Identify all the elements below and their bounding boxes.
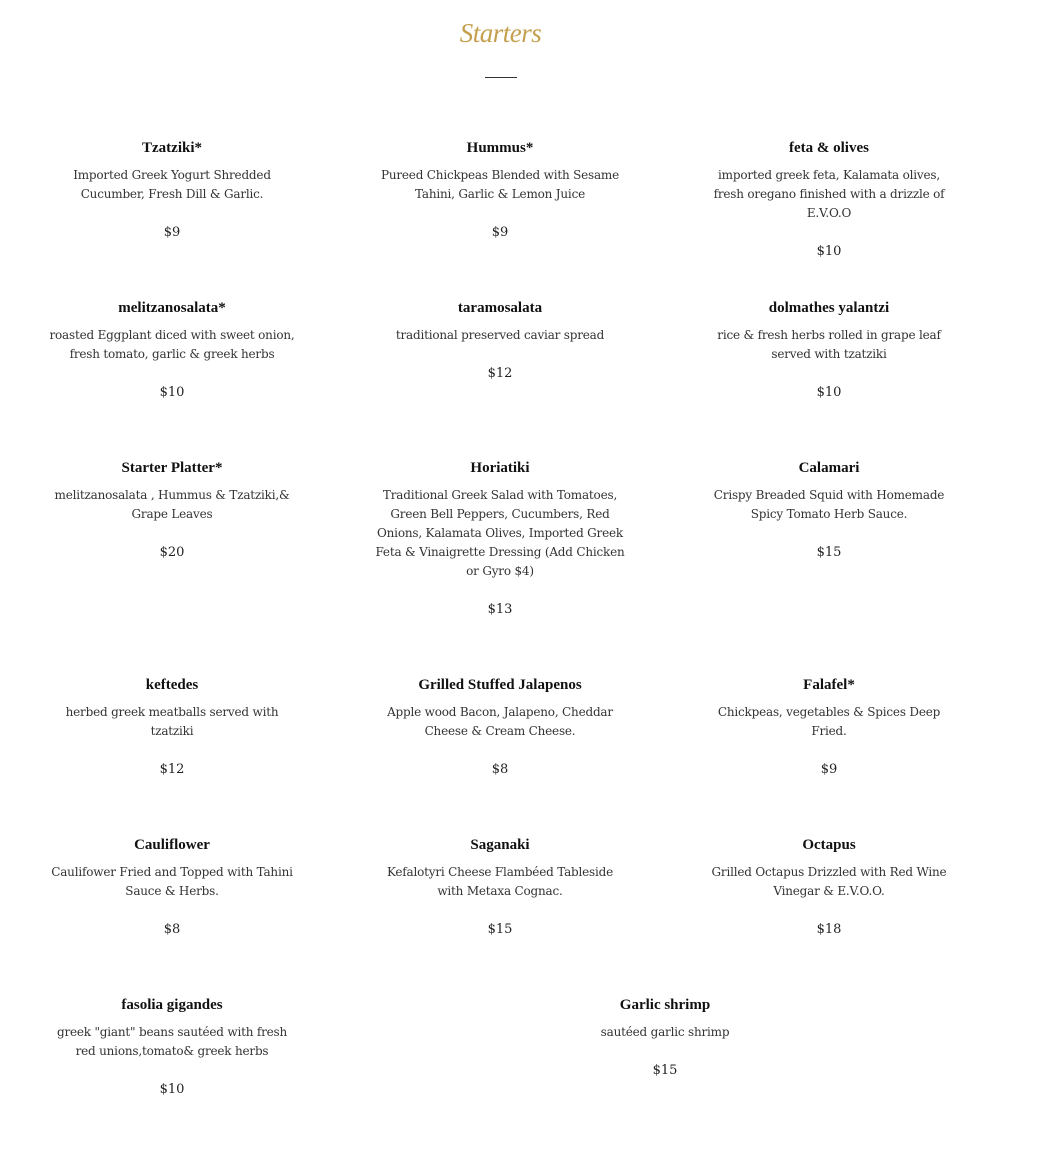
item-description: sautéed garlic shrimp — [600, 1025, 730, 1039]
menu-item-hummus: Hummus* Pureed Chickpeas Blended with Se… — [375, 139, 625, 241]
menu-item-dolmathes: dolmathes yalantzi rice & fresh herbs ro… — [704, 299, 954, 401]
menu-item-calamari: Calamari Crispy Breaded Squid with Homem… — [704, 459, 954, 561]
item-description: Imported Greek Yogurt Shredded Cucumber,… — [73, 168, 271, 201]
item-price: $15 — [487, 922, 513, 937]
item-description: Caulifower Fried and Topped with Tahini … — [51, 865, 293, 898]
item-description: melitzanosalata , Hummus & Tzatziki,& Gr… — [54, 488, 290, 521]
item-name: Hummus* — [466, 140, 534, 156]
menu-item-keftedes: keftedes herbed greek meatballs served w… — [47, 676, 297, 778]
item-name: Grilled Stuffed Jalapenos — [418, 677, 582, 693]
item-description: Chickpeas, vegetables & Spices Deep Frie… — [717, 705, 941, 738]
item-name: Horiatiki — [470, 460, 530, 476]
item-description: roasted Eggplant diced with sweet onion,… — [49, 328, 295, 361]
item-price: $15 — [652, 1063, 678, 1078]
item-name: keftedes — [145, 677, 199, 693]
item-name: Tzatziki* — [142, 140, 202, 156]
item-name: fasolia gigandes — [121, 997, 223, 1013]
item-name: Starter Platter* — [121, 460, 223, 476]
menu-item-feta-olives: feta & olives imported greek feta, Kalam… — [704, 139, 954, 260]
item-description: Traditional Greek Salad with Tomatoes, G… — [375, 488, 625, 578]
menu-item-saganaki: Saganaki Kefalotyri Cheese Flambéed Tabl… — [375, 836, 625, 938]
item-price: $20 — [159, 545, 185, 560]
item-price: $13 — [487, 602, 513, 617]
item-name: Calamari — [798, 460, 860, 476]
item-name: Saganaki — [470, 837, 530, 853]
item-description: herbed greek meatballs served with tzatz… — [65, 705, 279, 738]
item-name: melitzanosalata* — [118, 300, 226, 316]
item-price: $12 — [159, 762, 185, 777]
item-description: traditional preserved caviar spread — [395, 328, 605, 342]
item-price: $10 — [159, 1082, 185, 1097]
item-price: $9 — [491, 225, 509, 240]
item-description: greek "giant" beans sautéed with fresh r… — [56, 1025, 288, 1058]
item-name: taramosalata — [457, 300, 543, 316]
item-description: Crispy Breaded Squid with Homemade Spicy… — [713, 488, 945, 521]
item-price: $15 — [816, 545, 842, 560]
menu-item-falafel: Falafel* Chickpeas, vegetables & Spices … — [704, 676, 954, 778]
item-price: $8 — [163, 922, 181, 937]
item-name: Falafel* — [803, 677, 855, 693]
item-price: $10 — [816, 385, 842, 400]
item-price: $10 — [816, 244, 842, 259]
item-price: $12 — [487, 366, 513, 381]
item-name: Garlic shrimp — [619, 997, 711, 1013]
menu-item-melitzanosalata: melitzanosalata* roasted Eggplant diced … — [47, 299, 297, 401]
menu-item-cauliflower: Cauliflower Caulifower Fried and Topped … — [47, 836, 297, 938]
menu-item-fasolia: fasolia gigandes greek "giant" beans sau… — [47, 996, 297, 1098]
item-price: $18 — [816, 922, 842, 937]
item-price: $8 — [491, 762, 509, 777]
item-price: $9 — [820, 762, 838, 777]
item-description: Apple wood Bacon, Jalapeno, Cheddar Chee… — [387, 705, 613, 738]
menu-item-horiatiki: Horiatiki Traditional Greek Salad with T… — [375, 459, 625, 618]
item-description: Kefalotyri Cheese Flambéed Tableside wit… — [386, 865, 614, 898]
item-description: Pureed Chickpeas Blended with Sesame Tah… — [380, 168, 620, 201]
menu-item-jalapenos: Grilled Stuffed Jalapenos Apple wood Bac… — [375, 676, 625, 778]
menu-item-starter-platter: Starter Platter* melitzanosalata , Hummu… — [47, 459, 297, 561]
item-description: imported greek feta, Kalamata olives, fr… — [713, 168, 945, 220]
item-description: Grilled Octapus Drizzled with Red Wine V… — [711, 865, 947, 898]
menu-item-garlic-shrimp: Garlic shrimp sautéed garlic shrimp $15 — [540, 996, 790, 1079]
menu-item-octapus: Octapus Grilled Octapus Drizzled with Re… — [704, 836, 954, 938]
item-name: feta & olives — [789, 140, 869, 156]
item-price: $10 — [159, 385, 185, 400]
item-name: Octapus — [802, 837, 856, 853]
item-price: $9 — [163, 225, 181, 240]
item-name: dolmathes yalantzi — [768, 300, 890, 316]
item-description: rice & fresh herbs rolled in grape leaf … — [717, 328, 941, 361]
menu-item-tzatziki: Tzatziki* Imported Greek Yogurt Shredded… — [47, 139, 297, 241]
menu-item-taramosalata: taramosalata traditional preserved cavia… — [375, 299, 625, 382]
item-name: Cauliflower — [134, 837, 210, 853]
section-title: Starters — [459, 18, 542, 48]
title-divider — [485, 77, 517, 78]
